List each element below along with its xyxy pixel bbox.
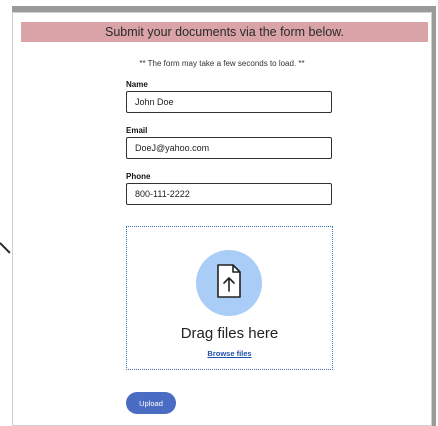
form-card: Submit your documents via the form below… xyxy=(12,6,436,426)
phone-field[interactable]: 800-111-2222 xyxy=(126,183,332,205)
browse-files-link[interactable]: Browse files xyxy=(127,349,332,358)
email-field[interactable]: DoeJ@yahoo.com xyxy=(126,137,332,159)
drag-files-text: Drag files here xyxy=(180,325,279,342)
decorative-line xyxy=(0,242,11,254)
upload-file-icon xyxy=(196,250,262,316)
name-label: Name xyxy=(126,80,148,89)
phone-label: Phone xyxy=(126,172,151,181)
form-banner: Submit your documents via the form below… xyxy=(21,22,428,42)
file-dropzone[interactable]: Drag files here Browse files xyxy=(126,226,333,370)
name-field-value: John Doe xyxy=(135,97,174,107)
loading-notice: ** The form may take a few seconds to lo… xyxy=(139,59,305,68)
banner-title: Submit your documents via the form below… xyxy=(104,25,344,39)
email-field-value: DoeJ@yahoo.com xyxy=(135,143,210,153)
email-label: Email xyxy=(126,126,148,135)
name-field[interactable]: John Doe xyxy=(126,91,332,113)
upload-button[interactable]: Upload xyxy=(126,392,176,414)
phone-field-value: 800-111-2222 xyxy=(135,189,190,199)
